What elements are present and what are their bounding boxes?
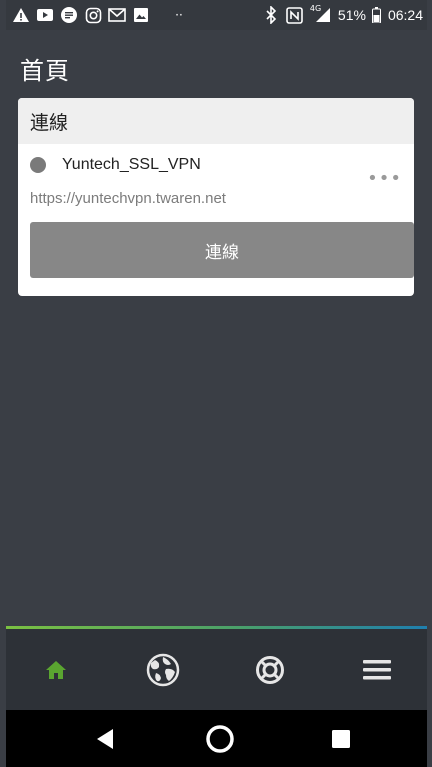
connection-card: 連線 Yuntech_SSL_VPN https://yuntechvpn.tw…	[18, 98, 414, 296]
connection-status-dot	[30, 157, 46, 173]
page-title: 首頁	[20, 57, 70, 85]
gmail-icon	[108, 6, 126, 24]
connection-url: https://yuntechvpn.twaren.net	[30, 190, 226, 207]
connect-button[interactable]: 連線	[30, 222, 414, 278]
bottom-nav	[6, 629, 427, 710]
clock: 06:24	[387, 7, 423, 23]
more-options-button[interactable]: •••	[367, 170, 402, 188]
battery-percentage: 51%	[337, 7, 366, 23]
signal-4g-icon: 4G	[309, 4, 332, 24]
globe-icon	[146, 653, 180, 686]
nfc-icon	[286, 6, 304, 24]
news-icon	[60, 6, 78, 24]
connection-row[interactable]: Yuntech_SSL_VPN	[30, 156, 201, 174]
warning-icon	[12, 6, 30, 24]
nav-support[interactable]	[220, 629, 320, 710]
nav-menu[interactable]	[327, 629, 427, 710]
back-icon	[97, 728, 113, 749]
network-label: 4G	[309, 4, 322, 13]
card-header: 連線	[18, 98, 414, 144]
home-circle-icon	[206, 724, 234, 753]
recents-icon	[332, 729, 350, 748]
nav-globe[interactable]	[113, 629, 213, 710]
lifebuoy-icon	[256, 655, 284, 684]
battery-icon	[372, 6, 382, 24]
status-bar: ·· 4G 51% 06:24	[6, 0, 427, 30]
system-icons: 4G 51% 06:24	[262, 0, 423, 30]
bluetooth-icon	[262, 6, 280, 24]
nav-home[interactable]	[6, 629, 106, 710]
menu-icon	[363, 659, 391, 679]
app-frame: ·· 4G 51% 06:24 首頁 連線 Yuntech_SSL_VPN ht…	[6, 0, 427, 767]
home-button[interactable]	[190, 710, 250, 767]
more-dots-icon: ··	[175, 8, 183, 22]
connection-name: Yuntech_SSL_VPN	[62, 156, 201, 173]
back-button[interactable]	[75, 710, 135, 767]
image-icon	[132, 6, 150, 24]
recents-button[interactable]	[311, 710, 371, 767]
system-nav-bar	[6, 710, 427, 767]
video-icon	[36, 6, 54, 24]
instagram-icon	[84, 6, 102, 24]
notification-icons: ··	[12, 0, 188, 30]
home-icon	[46, 660, 66, 679]
